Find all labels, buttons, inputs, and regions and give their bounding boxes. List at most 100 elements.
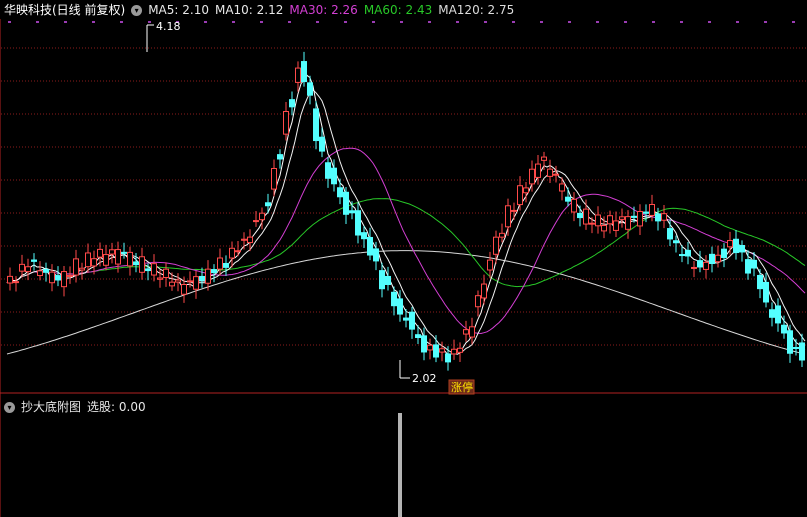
candle-body xyxy=(571,198,577,213)
candle-body xyxy=(433,344,439,358)
kline-chart[interactable]: 4.18 2.02 涨停 xyxy=(0,0,807,517)
candlestick xyxy=(67,266,73,284)
candle-body xyxy=(499,232,505,238)
candlestick xyxy=(355,202,361,244)
top-marker xyxy=(484,21,487,23)
candlestick xyxy=(775,298,781,332)
ma60-line xyxy=(6,198,806,288)
candlestick xyxy=(475,290,481,317)
candle-body xyxy=(589,222,595,225)
candle-body xyxy=(49,271,55,284)
low-price-marker: 2.02 xyxy=(399,360,437,385)
candle-body xyxy=(307,82,313,96)
top-marker xyxy=(792,21,795,23)
candlestick xyxy=(163,262,169,287)
sub-chart-title[interactable]: 抄大底附图 xyxy=(21,398,81,416)
candlestick xyxy=(481,274,487,305)
candle-body xyxy=(223,262,229,268)
candle-body xyxy=(409,311,415,330)
candlestick xyxy=(253,211,259,227)
candle-body xyxy=(289,99,295,108)
candlestick xyxy=(319,127,325,158)
candlestick xyxy=(577,205,583,227)
candlestick xyxy=(31,253,37,271)
candle-body xyxy=(469,326,475,338)
candle-body xyxy=(97,248,103,258)
candle-body xyxy=(763,281,769,303)
candle-body xyxy=(631,215,637,218)
candlestick xyxy=(769,302,775,327)
candlestick xyxy=(199,267,205,288)
top-marker xyxy=(708,21,711,23)
ma120-label: MA120: 2.75 xyxy=(438,3,515,17)
candlestick xyxy=(325,156,331,188)
candle-body xyxy=(319,136,325,152)
stock-title[interactable]: 华映科技(日线 前复权) xyxy=(4,1,125,19)
candlestick xyxy=(451,339,457,360)
signal-tag: 涨停 xyxy=(448,379,475,395)
candle-body xyxy=(19,263,25,272)
candle-body xyxy=(541,156,547,161)
top-marker xyxy=(36,21,39,23)
candle-body xyxy=(277,154,283,160)
candle-body xyxy=(67,274,73,277)
candle-body xyxy=(259,212,265,221)
candlestick xyxy=(265,193,271,214)
candle-body xyxy=(349,210,355,214)
candle-body xyxy=(517,185,523,206)
high-price-marker: 4.18 xyxy=(146,20,181,52)
candle-body xyxy=(757,274,763,290)
candlestick xyxy=(613,211,619,238)
candle-body xyxy=(313,108,319,142)
candle-body xyxy=(583,208,589,225)
candle-body xyxy=(43,269,49,273)
top-marker xyxy=(344,21,347,23)
candle-body xyxy=(229,247,235,259)
top-marker xyxy=(652,21,655,23)
candle-body xyxy=(181,284,187,295)
candle-body xyxy=(115,249,121,265)
candlestick xyxy=(541,151,547,171)
candlestick xyxy=(139,247,145,280)
top-marker xyxy=(736,21,739,23)
top-marker xyxy=(540,21,543,23)
candlestick xyxy=(463,320,469,342)
candle-body xyxy=(721,248,727,258)
ma5-label: MA5: 2.10 xyxy=(148,3,209,17)
candle-body xyxy=(511,209,517,212)
candlestick xyxy=(691,260,697,278)
candle-body xyxy=(421,335,427,353)
candlestick xyxy=(241,232,247,250)
candlestick xyxy=(511,202,517,220)
candlestick xyxy=(547,159,553,183)
candle-body xyxy=(727,240,733,248)
candle-body xyxy=(703,261,709,270)
candle-body xyxy=(109,249,115,255)
candle-body xyxy=(199,275,205,281)
candle-body xyxy=(151,263,157,276)
candle-body xyxy=(619,216,625,220)
candle-body xyxy=(535,163,541,178)
candle-body xyxy=(649,203,655,216)
candle-body xyxy=(673,240,679,244)
candlestick xyxy=(787,324,793,363)
top-marker xyxy=(288,21,291,23)
candlestick xyxy=(343,186,349,224)
candle-body xyxy=(661,213,667,221)
candle-body xyxy=(637,210,643,227)
top-marker xyxy=(680,21,683,23)
candlestick xyxy=(733,230,739,260)
candlestick xyxy=(757,269,763,299)
candlestick xyxy=(685,242,691,265)
candle-body xyxy=(91,258,97,267)
candlestick xyxy=(703,255,709,279)
candlestick xyxy=(307,75,313,105)
sub-indicator-menu-icon[interactable]: ▾ xyxy=(4,401,15,413)
candlestick xyxy=(235,241,241,257)
indicator-menu-icon[interactable]: ▾ xyxy=(131,4,143,16)
candle-body xyxy=(169,281,175,287)
candle-body xyxy=(271,168,277,190)
top-marker xyxy=(120,21,123,23)
candle-body xyxy=(85,252,91,268)
candle-body xyxy=(553,173,559,176)
